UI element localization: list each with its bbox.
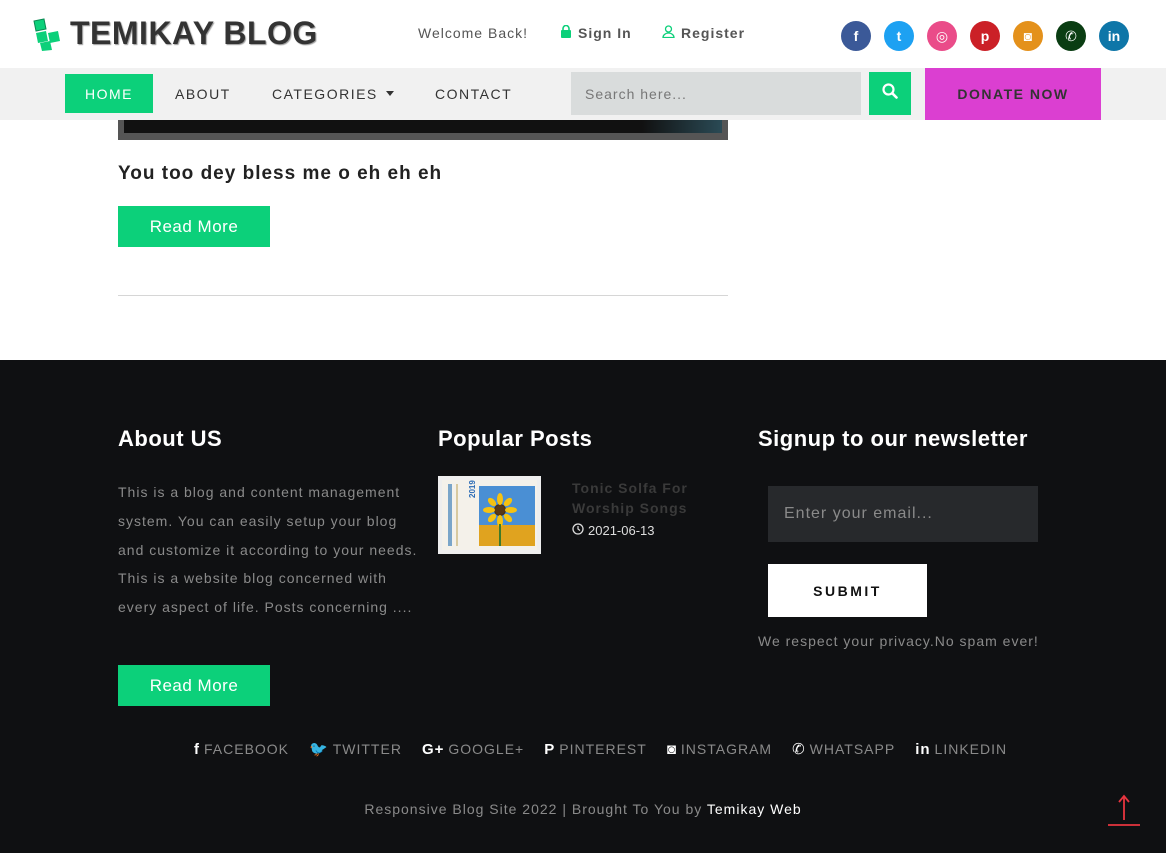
facebook-icon: f — [194, 740, 200, 758]
nav-contact[interactable]: CONTACT — [435, 74, 512, 113]
popular-posts-heading: Popular Posts — [438, 426, 593, 451]
instagram-icon: ◙ — [666, 740, 677, 758]
footer-social-link-whatsapp[interactable]: ✆ WHATSAPP — [792, 740, 895, 758]
copyright-brand-link[interactable]: Temikay Web — [707, 801, 802, 817]
sign-in-link[interactable]: Sign In — [560, 24, 632, 41]
post-image-content — [124, 120, 722, 133]
register-label: Register — [681, 25, 746, 41]
back-to-top-button[interactable] — [1108, 793, 1140, 827]
post-image[interactable] — [118, 120, 728, 140]
search-icon — [882, 83, 898, 104]
newsletter-email-input[interactable] — [768, 486, 1038, 542]
footer-social-link-facebook[interactable]: f FACEBOOK — [194, 740, 289, 758]
nav-categories-dropdown[interactable]: CATEGORIES — [272, 74, 394, 113]
footer-social-link-twitter[interactable]: 🐦 TWITTER — [309, 740, 402, 758]
newsletter-heading: Signup to our newsletter — [758, 426, 1028, 451]
social-link-label: LINKEDIN — [934, 741, 1008, 757]
footer-social-link-google-plus[interactable]: G+ GOOGLE+ — [422, 740, 524, 758]
twitter-icon: 🐦 — [309, 741, 329, 758]
dribbble-icon[interactable]: ◎ — [927, 21, 957, 51]
site-logo[interactable]: TEMIKAY BLOG — [32, 15, 318, 52]
logo-text: TEMIKAY BLOG — [70, 15, 318, 51]
social-link-label: FACEBOOK — [204, 741, 290, 757]
twitter-icon[interactable]: t — [884, 21, 914, 51]
welcome-text: Welcome Back! — [418, 25, 528, 41]
main-navbar: HOME ABOUT CATEGORIES CONTACT DONATE NOW — [0, 68, 1166, 120]
user-icon — [662, 25, 675, 41]
social-link-label: PINTEREST — [559, 741, 647, 757]
post-read-more-button[interactable]: Read More — [118, 206, 270, 247]
caret-down-icon — [385, 91, 394, 96]
social-link-label: WHATSAPP — [809, 741, 896, 757]
post-divider — [118, 295, 728, 296]
search-input[interactable] — [571, 72, 861, 115]
privacy-note: We respect your privacy.No spam ever! — [758, 633, 1039, 649]
logo-icon — [32, 17, 62, 51]
nav-about[interactable]: ABOUT — [175, 74, 231, 113]
register-link[interactable]: Register — [662, 25, 745, 41]
about-heading: About US — [118, 426, 223, 451]
footer: About US This is a blog and content mana… — [0, 360, 1166, 853]
top-header: TEMIKAY BLOG Welcome Back! Sign In Regis… — [0, 0, 1166, 68]
donate-button[interactable]: DONATE NOW — [925, 68, 1101, 120]
popular-post-title[interactable]: Tonic Solfa For Worship Songs — [572, 478, 712, 518]
arrow-up-icon — [1108, 794, 1140, 831]
facebook-icon[interactable]: f — [841, 21, 871, 51]
social-link-label: TWITTER — [332, 741, 402, 757]
whatsapp-icon[interactable]: ✆ — [1056, 21, 1086, 51]
footer-social-links: f FACEBOOK 🐦 TWITTER G+ GOOGLE+ P PINTEREST ◙ INS… — [194, 740, 1007, 759]
header-social-icons: f t ◎ p ◙ ✆ in — [841, 21, 1129, 51]
popular-post-thumbnail[interactable]: 2019 — [438, 476, 541, 554]
popular-post-date: 2021-06-13 — [572, 523, 655, 538]
pinterest-icon[interactable]: p — [970, 21, 1000, 51]
newsletter-submit-button[interactable]: SUBMIT — [768, 564, 927, 617]
nav-categories-label: CATEGORIES — [272, 85, 378, 102]
google-plus-icon: G+ — [421, 740, 445, 758]
lock-icon — [560, 24, 572, 41]
about-read-more-button[interactable]: Read More — [118, 665, 270, 706]
linkedin-icon[interactable]: in — [1099, 21, 1129, 51]
social-link-label: GOOGLE+ — [448, 741, 525, 757]
search-button[interactable] — [869, 72, 911, 115]
instagram-icon[interactable]: ◙ — [1013, 21, 1043, 51]
thumbnail-year: 2019 — [468, 480, 477, 498]
clock-icon — [572, 523, 584, 538]
nav-home[interactable]: HOME — [65, 74, 153, 113]
linkedin-icon: in — [915, 740, 931, 758]
social-link-label: INSTAGRAM — [680, 741, 773, 757]
sign-in-label: Sign In — [578, 25, 632, 41]
pinterest-icon: P — [544, 740, 556, 758]
thumbnail-image: 2019 — [442, 480, 537, 550]
footer-social-link-instagram[interactable]: ◙ INSTAGRAM — [667, 740, 772, 758]
popular-post-date-value: 2021-06-13 — [588, 523, 655, 538]
footer-social-link-pinterest[interactable]: P PINTEREST — [544, 740, 647, 758]
post-title[interactable]: You too dey bless me o eh eh eh — [118, 163, 442, 185]
footer-social-link-linkedin[interactable]: in LINKEDIN — [915, 740, 1007, 758]
copyright: Responsive Blog Site 2022 | Brought To Y… — [0, 801, 1166, 817]
about-text: This is a blog and content management sy… — [118, 484, 418, 616]
copyright-text: Responsive Blog Site 2022 | Brought To Y… — [364, 801, 703, 817]
whatsapp-icon: ✆ — [792, 741, 806, 758]
